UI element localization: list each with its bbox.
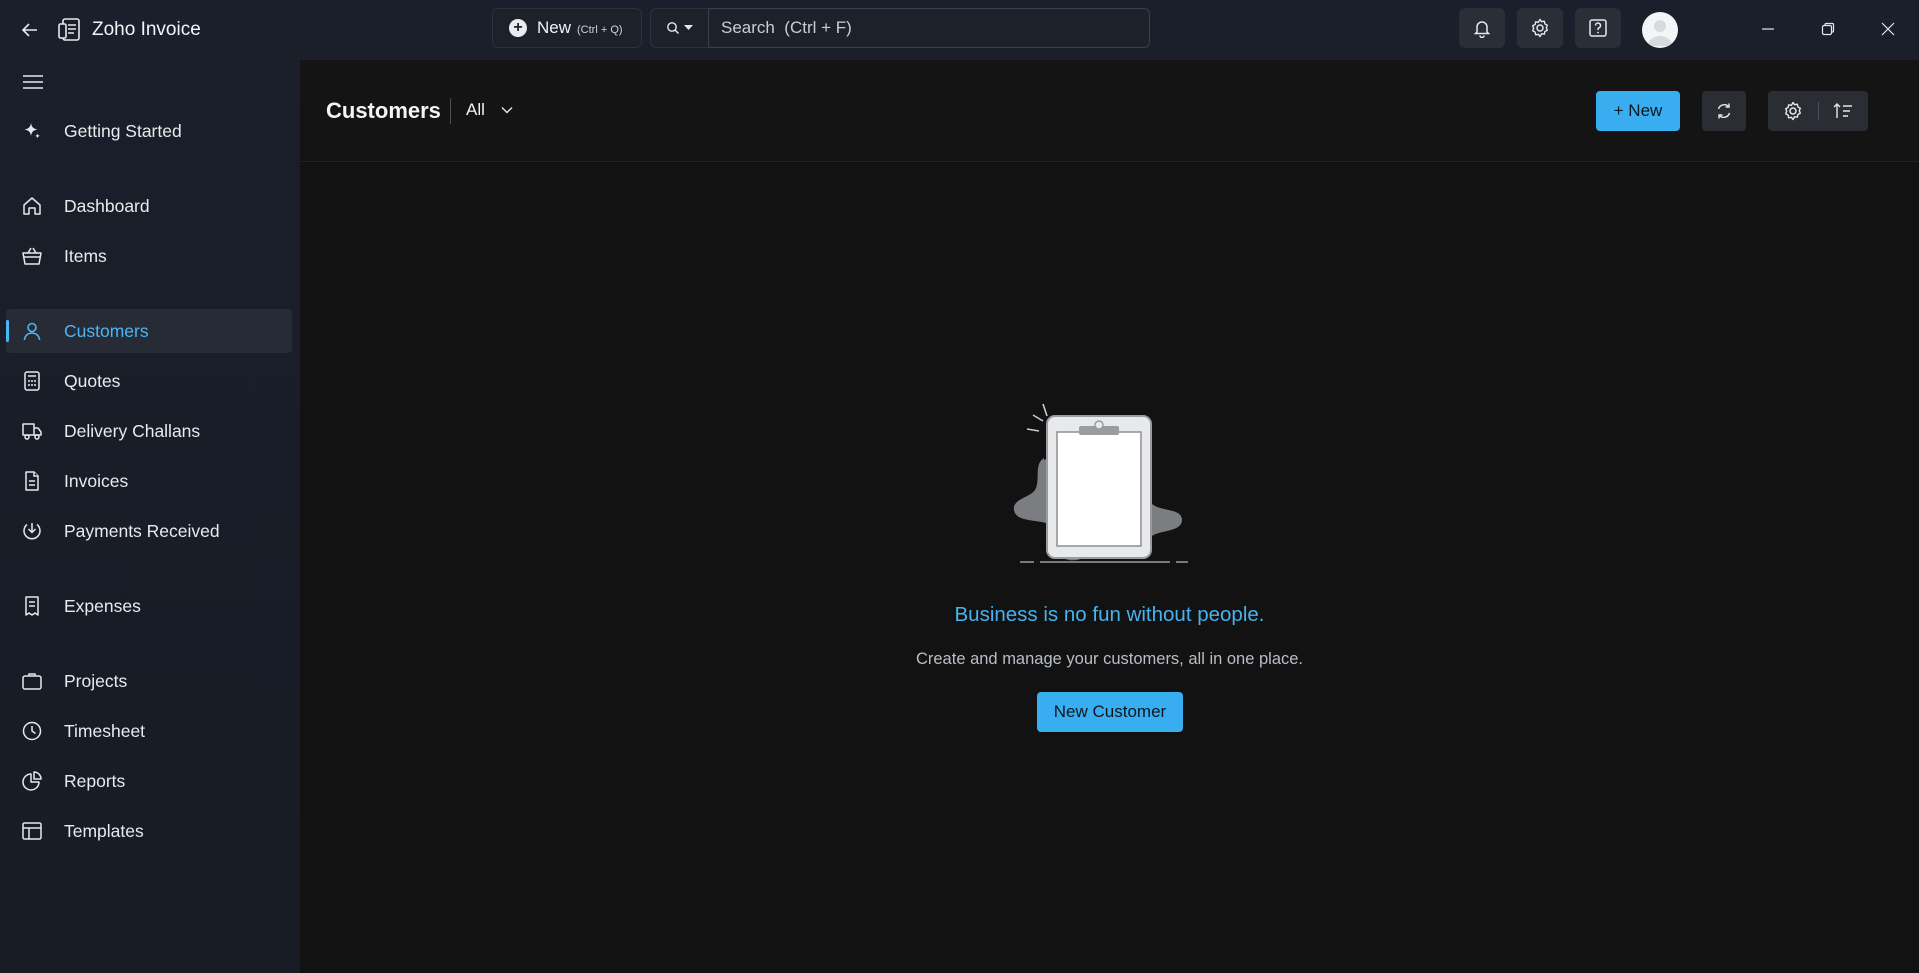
sidebar-item-label: Templates (64, 820, 144, 841)
quick-new-shortcut: (Ctrl + Q) (577, 23, 623, 36)
zoho-invoice-logo (56, 16, 84, 44)
layout-icon (20, 819, 44, 843)
calculator-icon (20, 369, 44, 393)
receipt-icon (20, 594, 44, 618)
sidebar-item-reports[interactable]: Reports (6, 759, 292, 803)
sidebar-item-label: Timesheet (64, 720, 146, 741)
sidebar-item-label: Projects (64, 670, 128, 691)
basket-icon (20, 244, 44, 268)
bell-icon (1473, 21, 1491, 38)
minimize-button[interactable] (1753, 14, 1783, 44)
restore-icon (1821, 22, 1835, 36)
sidebar-item-label: Expenses (64, 595, 141, 616)
sidebar-item-label: Quotes (64, 370, 121, 391)
main-content: Customers All + New Business is no fun w… (300, 60, 1919, 973)
sidebar-item-templates[interactable]: Templates (6, 809, 292, 853)
chevron-down-icon (501, 107, 513, 114)
sidebar-item-timesheet[interactable]: Timesheet (6, 709, 292, 753)
user-icon (20, 319, 44, 343)
sidebar-item-dashboard[interactable]: Dashboard (6, 184, 292, 228)
invoice-logo-icon (58, 18, 80, 41)
clipboard-illustration-icon (1013, 403, 1188, 563)
arrow-left-icon (21, 23, 37, 37)
sidebar-item-quotes[interactable]: Quotes (6, 359, 292, 403)
sidebar-item-label: Delivery Challans (64, 420, 201, 441)
close-icon (1881, 22, 1895, 36)
home-icon (20, 194, 44, 218)
search-scope-dropdown[interactable] (650, 8, 708, 48)
sidebar-item-projects[interactable]: Projects (6, 659, 292, 703)
empty-state-title: Business is no fun without people. (954, 603, 1265, 626)
help-button[interactable] (1575, 8, 1621, 48)
sidebar-item-label: Invoices (64, 470, 129, 491)
quick-new-label: New (537, 18, 572, 37)
gear-icon (1532, 18, 1548, 38)
app-window: Zoho Invoice + New (Ctrl + Q) Search (Ct… (0, 0, 1919, 973)
back-button[interactable] (18, 18, 42, 42)
new-customer-header-button[interactable]: + New (1596, 91, 1680, 131)
search-icon (667, 22, 679, 34)
title-divider (450, 98, 451, 124)
sidebar-item-items[interactable]: Items (6, 234, 292, 278)
caret-down-icon (684, 25, 693, 30)
empty-state-illustration (1010, 402, 1200, 572)
sidebar-item-label: Items (64, 245, 107, 266)
restore-button[interactable] (1813, 14, 1843, 44)
sort-icon (1833, 103, 1853, 118)
help-icon (1589, 19, 1607, 37)
sidebar: Getting Started Dashboard Items Customer… (0, 60, 300, 973)
title-bar: Zoho Invoice + New (Ctrl + Q) (0, 0, 1919, 60)
sort-button[interactable] (1818, 91, 1868, 131)
briefcase-icon (20, 669, 44, 693)
close-window-button[interactable] (1873, 14, 1903, 44)
hamburger-icon (23, 75, 43, 89)
sidebar-item-label: Dashboard (64, 195, 150, 216)
pie-chart-icon (20, 769, 44, 793)
notifications-button[interactable] (1459, 8, 1505, 48)
sidebar-item-label: Reports (64, 770, 126, 791)
minimize-icon (1762, 28, 1774, 30)
page-title: Customers (326, 98, 441, 123)
sidebar-item-customers[interactable]: Customers (6, 309, 292, 353)
refresh-icon (1717, 103, 1731, 119)
sidebar-item-payments-received[interactable]: Payments Received (6, 509, 292, 553)
menu-toggle-button[interactable] (20, 70, 46, 94)
sidebar-item-getting-started[interactable]: Getting Started (6, 109, 292, 153)
app-title: Zoho Invoice (92, 19, 201, 40)
settings-button[interactable] (1517, 8, 1563, 48)
user-avatar-icon (1648, 20, 1672, 46)
payment-received-icon (20, 519, 44, 543)
clock-icon (20, 719, 44, 743)
refresh-button[interactable] (1702, 91, 1746, 131)
sidebar-item-label: Payments Received (64, 520, 220, 541)
plus-circle-icon: + (509, 19, 527, 37)
sidebar-item-invoices[interactable]: Invoices (6, 459, 292, 503)
sidebar-item-expenses[interactable]: Expenses (6, 584, 292, 628)
list-options-group (1768, 91, 1868, 131)
gear-icon (1784, 101, 1801, 121)
avatar[interactable] (1642, 12, 1678, 48)
sparkle-icon (20, 119, 44, 143)
quick-new-button[interactable]: + New (Ctrl + Q) (492, 8, 642, 48)
empty-state-subtitle: Create and manage your customers, all in… (915, 650, 1304, 668)
new-customer-button[interactable]: New Customer (1037, 692, 1183, 732)
sidebar-item-delivery-challans[interactable]: Delivery Challans (6, 409, 292, 453)
search-input[interactable] (708, 8, 1150, 48)
list-settings-button[interactable] (1768, 91, 1818, 131)
sidebar-item-label: Customers (64, 320, 149, 341)
truck-icon (20, 419, 44, 443)
view-filter-dropdown[interactable]: All (466, 100, 513, 120)
document-icon (20, 469, 44, 493)
sidebar-item-label: Getting Started (64, 120, 182, 141)
view-filter-label: All (466, 100, 485, 119)
page-header: Customers All + New (300, 60, 1919, 162)
